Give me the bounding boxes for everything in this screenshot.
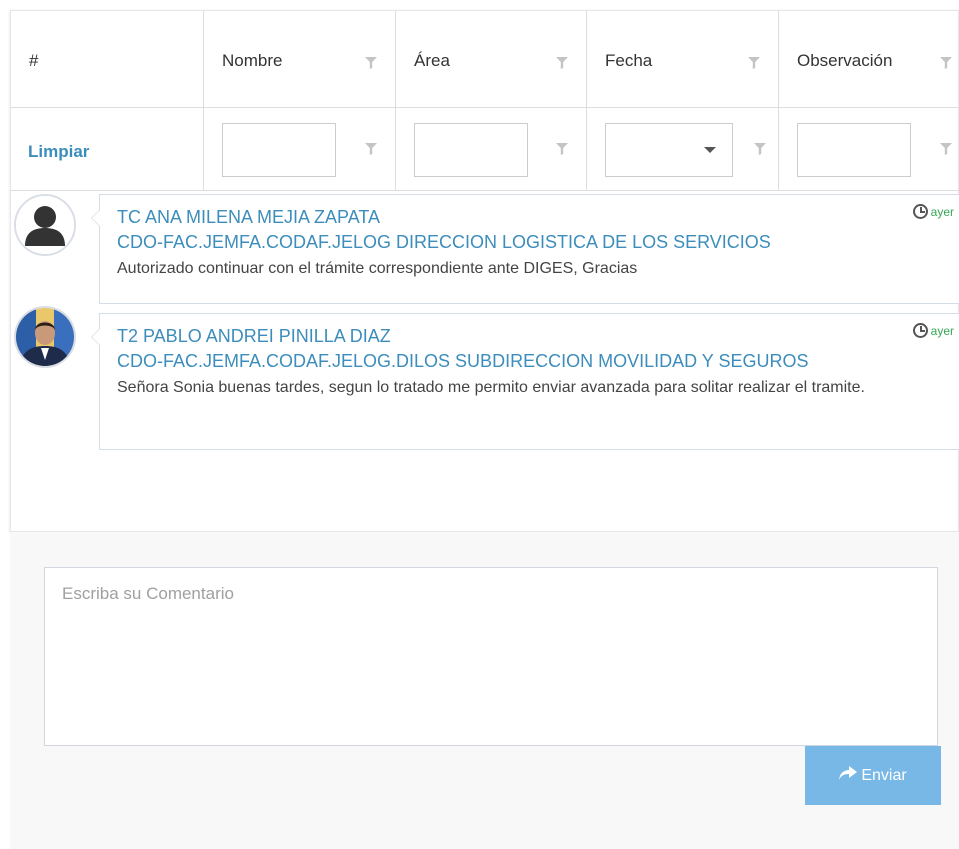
header-cell-number: # bbox=[11, 11, 204, 107]
comment-author[interactable]: T2 PABLO ANDREI PINILLA DIAZ bbox=[117, 326, 391, 347]
user-photo-avatar bbox=[14, 306, 76, 368]
table-header-row: # Nombre Área Fecha Observación bbox=[11, 11, 959, 108]
filter-input-nombre[interactable] bbox=[222, 123, 336, 177]
filter-icon[interactable] bbox=[754, 143, 766, 155]
comment-form: Enviar bbox=[10, 532, 959, 849]
comment-textarea[interactable] bbox=[44, 567, 938, 746]
header-label-fecha: Fecha bbox=[605, 51, 653, 70]
comment-area[interactable]: CDO-FAC.JEMFA.CODAF.JELOG.DILOS SUBDIREC… bbox=[117, 351, 808, 372]
header-cell-observacion[interactable]: Observación bbox=[779, 11, 959, 107]
filter-input-area[interactable] bbox=[414, 123, 528, 177]
header-label-number: # bbox=[29, 51, 39, 70]
send-button[interactable]: Enviar bbox=[805, 746, 941, 805]
header-label-nombre: Nombre bbox=[222, 51, 283, 70]
filter-icon[interactable] bbox=[940, 57, 952, 69]
filter-icon[interactable] bbox=[940, 143, 952, 155]
comment-author[interactable]: TC ANA MILENA MEJIA ZAPATA bbox=[117, 207, 380, 228]
filter-icon[interactable] bbox=[556, 57, 568, 69]
filter-select-fecha[interactable] bbox=[605, 123, 733, 177]
table-filter-row bbox=[11, 108, 959, 191]
filter-cell-nombre bbox=[204, 108, 396, 190]
comment-item: TC ANA MILENA MEJIA ZAPATA CDO-FAC.JEMFA… bbox=[11, 194, 959, 306]
filter-input-observacion[interactable] bbox=[797, 123, 911, 177]
header-label-area: Área bbox=[414, 51, 450, 70]
comment-time: ayer bbox=[912, 323, 954, 338]
filter-icon[interactable] bbox=[748, 57, 760, 69]
chevron-down-icon bbox=[704, 147, 716, 153]
comments-panel: # Nombre Área Fecha Observación Limpiar … bbox=[10, 10, 959, 532]
comment-bubble: TC ANA MILENA MEJIA ZAPATA CDO-FAC.JEMFA… bbox=[91, 194, 959, 304]
clear-filters-link[interactable]: Limpiar bbox=[28, 142, 89, 162]
filter-cell-area bbox=[396, 108, 587, 190]
header-cell-fecha[interactable]: Fecha bbox=[587, 11, 779, 107]
default-user-icon bbox=[14, 194, 76, 256]
comment-time-label: ayer bbox=[930, 324, 954, 338]
header-cell-area[interactable]: Área bbox=[396, 11, 587, 107]
send-button-label: Enviar bbox=[861, 766, 907, 784]
comment-text: Señora Sonia buenas tardes, segun lo tra… bbox=[117, 379, 865, 396]
filter-icon[interactable] bbox=[556, 143, 568, 155]
filter-icon[interactable] bbox=[365, 143, 377, 155]
comment-bubble: T2 PABLO ANDREI PINILLA DIAZ CDO-FAC.JEM… bbox=[91, 313, 959, 450]
share-icon bbox=[839, 766, 858, 785]
filter-cell-observacion bbox=[779, 108, 959, 190]
comment-time-label: ayer bbox=[930, 205, 954, 219]
header-cell-nombre[interactable]: Nombre bbox=[204, 11, 396, 107]
filter-cell-fecha bbox=[587, 108, 779, 190]
comment-time: ayer bbox=[912, 204, 954, 219]
clock-icon bbox=[912, 323, 928, 338]
comment-item: T2 PABLO ANDREI PINILLA DIAZ CDO-FAC.JEM… bbox=[11, 304, 959, 450]
clock-icon bbox=[912, 204, 928, 219]
comment-area[interactable]: CDO-FAC.JEMFA.CODAF.JELOG DIRECCION LOGI… bbox=[117, 232, 771, 253]
comment-text: Autorizado continuar con el trámite corr… bbox=[117, 260, 638, 277]
header-label-observacion: Observación bbox=[797, 51, 893, 70]
filter-icon[interactable] bbox=[365, 57, 377, 69]
